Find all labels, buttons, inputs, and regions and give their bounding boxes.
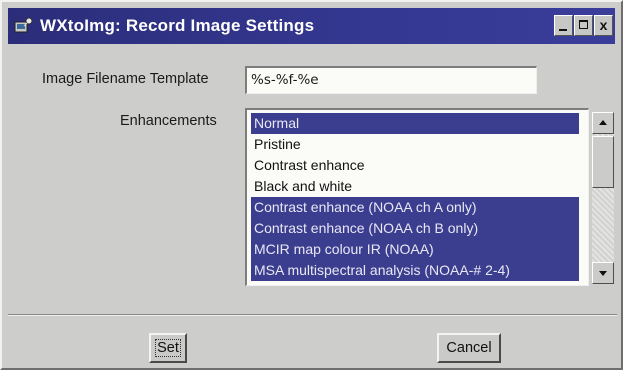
list-item-contrast-ch-a[interactable]: Contrast enhance (NOAA ch A only)	[251, 197, 579, 218]
list-item-mcir[interactable]: MCIR map colour IR (NOAA)	[251, 239, 579, 260]
arrow-up-icon	[599, 120, 607, 125]
list-item-msa[interactable]: MSA multispectral analysis (NOAA-# 2-4)	[251, 260, 579, 281]
button-divider	[8, 314, 617, 316]
enhancements-label: Enhancements	[120, 113, 217, 129]
app-icon[interactable]	[14, 16, 34, 36]
maximize-icon	[579, 20, 588, 29]
title-bar[interactable]: WXtoImg: Record Image Settings x	[8, 8, 615, 44]
scroll-down-button[interactable]	[592, 262, 614, 284]
set-button-label: Set	[155, 339, 181, 357]
enhancements-scrollbar[interactable]	[592, 112, 614, 284]
set-button[interactable]: Set	[149, 333, 187, 363]
maximize-button[interactable]	[574, 15, 593, 36]
filename-template-label: Image Filename Template	[42, 71, 209, 87]
window-title: WXtoImg: Record Image Settings	[40, 16, 315, 35]
list-item-black-and-white[interactable]: Black and white	[251, 176, 579, 197]
dialog-window: WXtoImg: Record Image Settings x Image F…	[0, 0, 623, 370]
scroll-up-button[interactable]	[592, 112, 614, 134]
minimize-icon	[559, 29, 567, 31]
list-item-pristine[interactable]: Pristine	[251, 134, 579, 155]
cancel-button-label: Cancel	[446, 340, 492, 356]
scroll-thumb[interactable]	[592, 136, 614, 188]
list-item-contrast-enhance[interactable]: Contrast enhance	[251, 155, 579, 176]
enhancements-listbox[interactable]: Normal Pristine Contrast enhance Black a…	[245, 108, 589, 286]
minimize-button[interactable]	[554, 15, 573, 36]
close-button[interactable]: x	[594, 15, 613, 36]
filename-template-input[interactable]: %s-%f-%e	[245, 66, 537, 94]
list-item-normal[interactable]: Normal	[251, 113, 579, 134]
list-item-contrast-ch-b[interactable]: Contrast enhance (NOAA ch B only)	[251, 218, 579, 239]
cancel-button[interactable]: Cancel	[437, 333, 501, 363]
close-icon: x	[599, 17, 608, 33]
caption-buttons: x	[554, 15, 613, 36]
arrow-down-icon	[599, 271, 607, 276]
